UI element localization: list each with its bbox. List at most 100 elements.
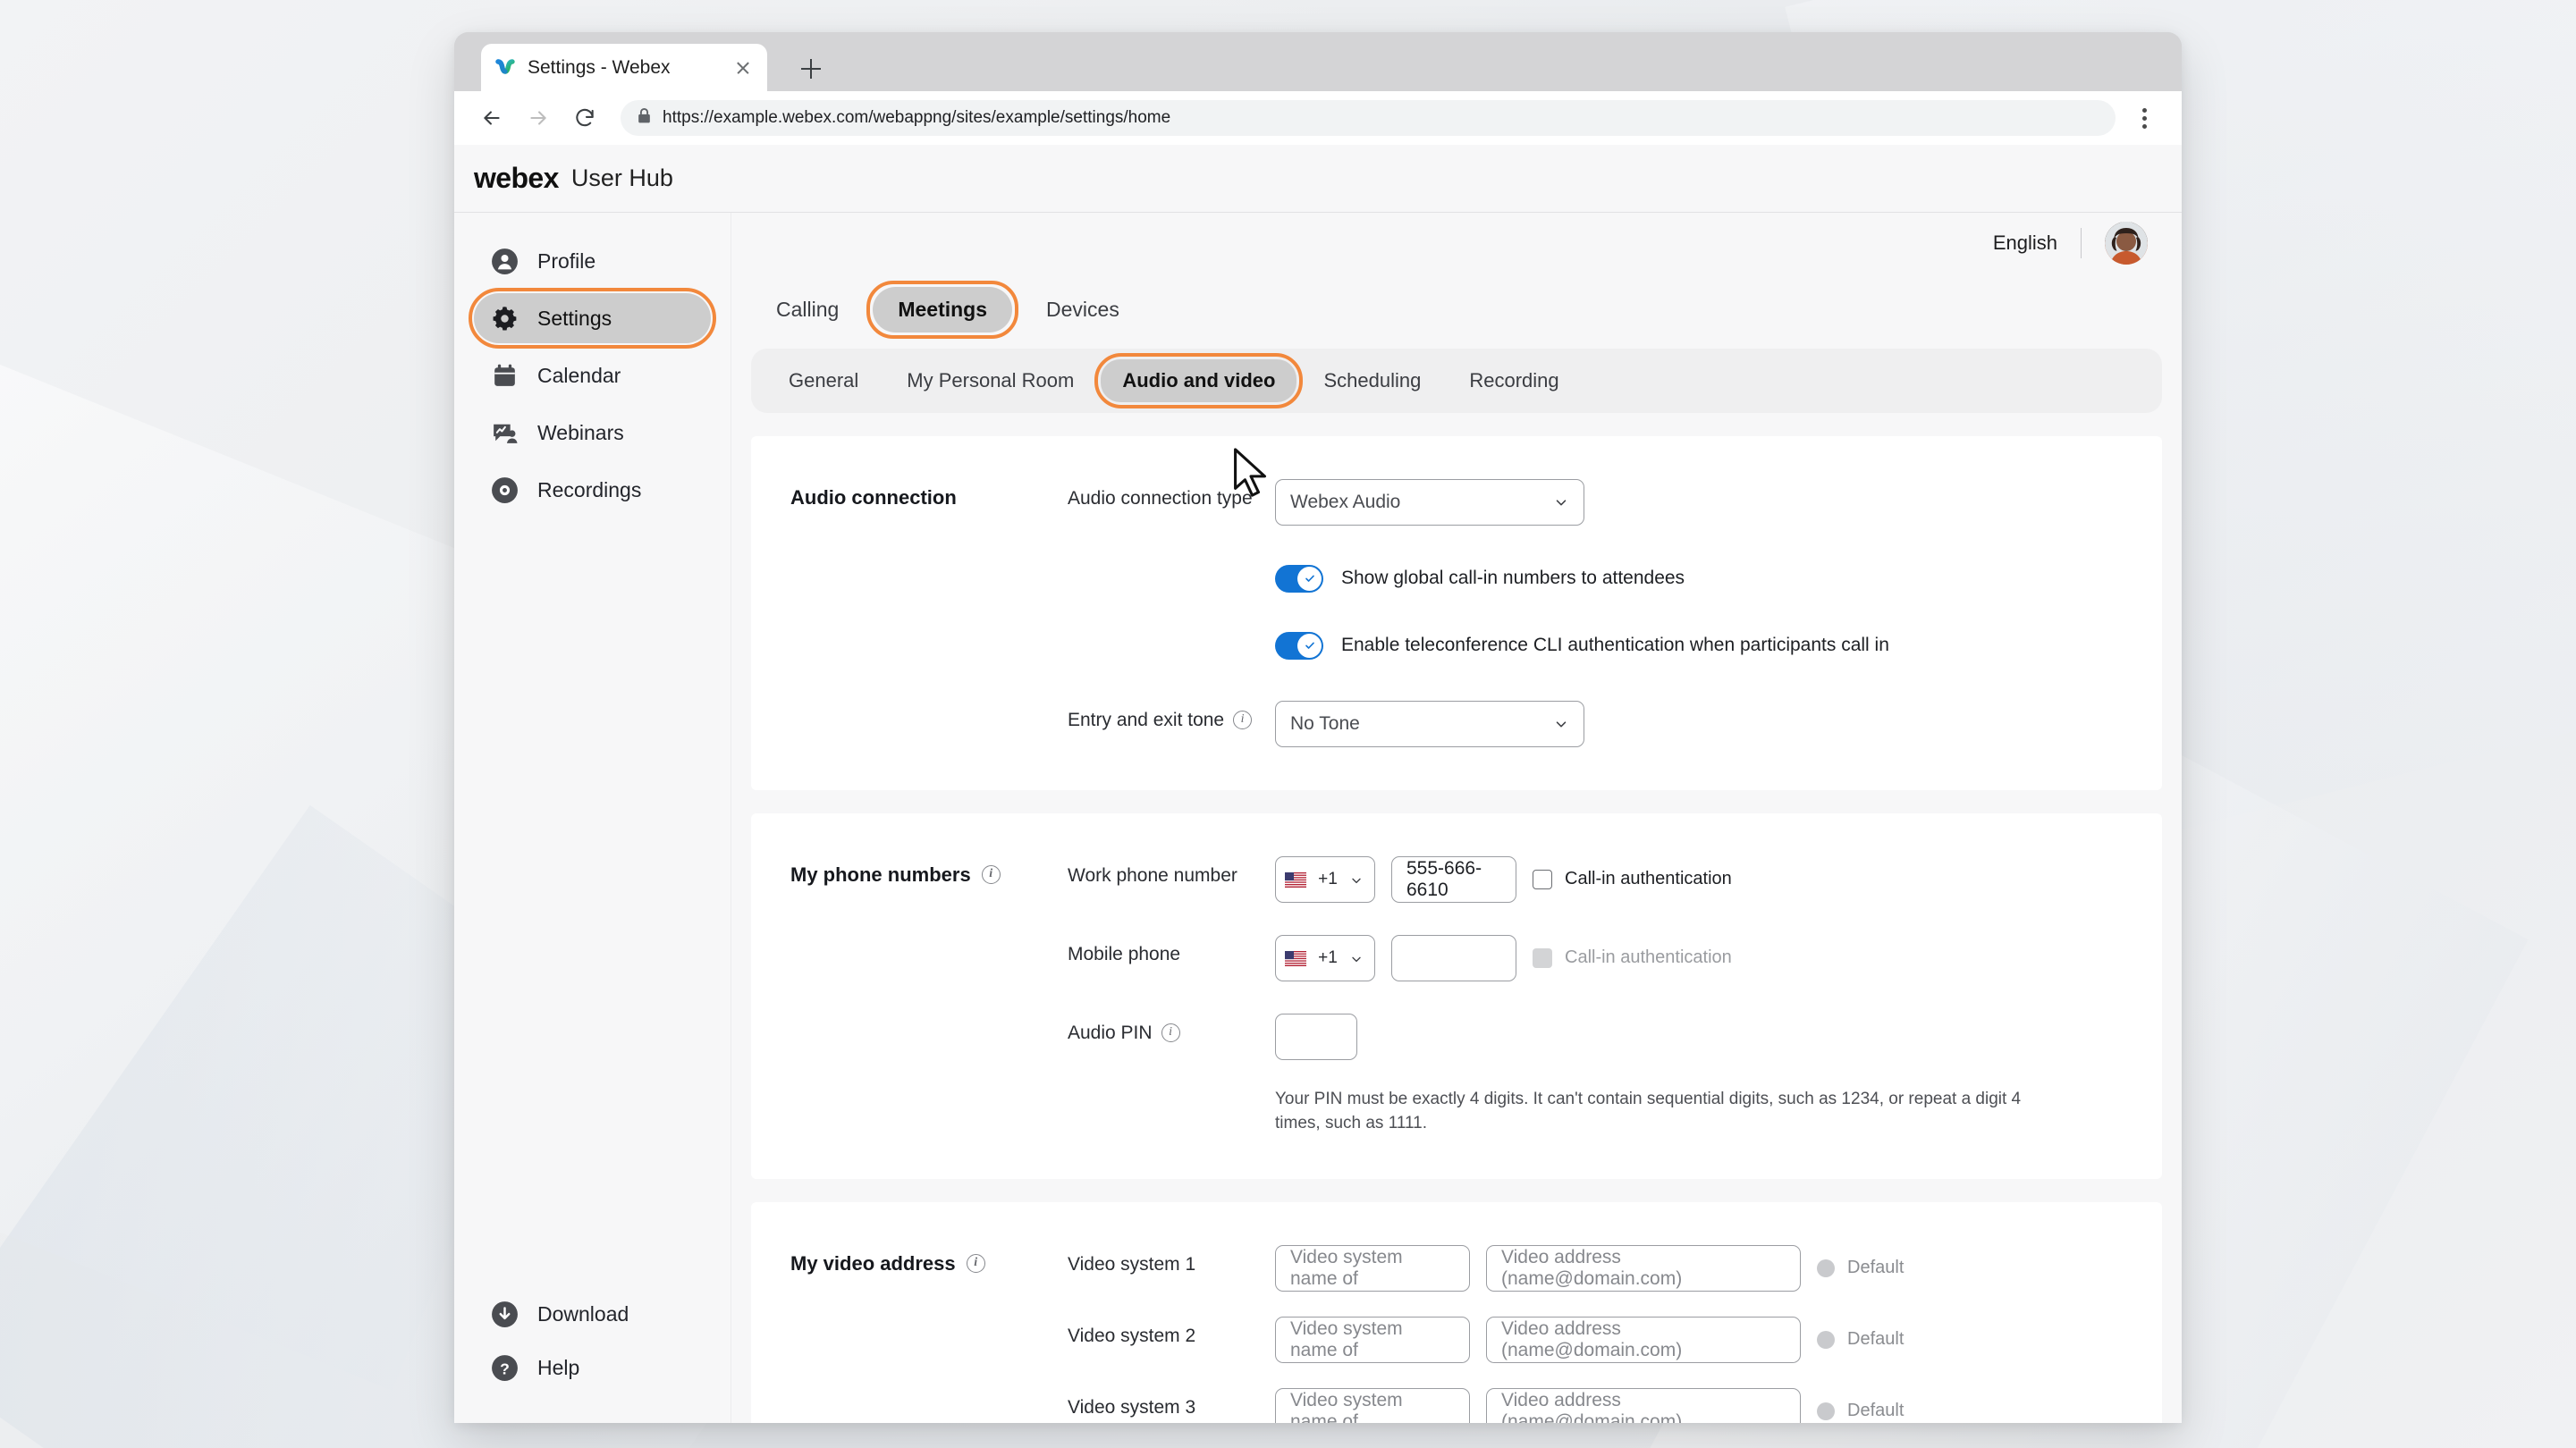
browser-tab[interactable]: Settings - Webex bbox=[481, 44, 767, 91]
new-tab-button[interactable] bbox=[796, 54, 826, 84]
chevron-down-icon bbox=[1553, 716, 1569, 732]
sidebar-item-label: Help bbox=[537, 1355, 580, 1379]
field-label-text: Audio connection type bbox=[1068, 487, 1253, 509]
label-audio-pin: Audio PIN i bbox=[1068, 1014, 1275, 1044]
section-title-spacer bbox=[790, 701, 1068, 708]
toggle-enable-teleconference-cli-auth[interactable]: Enable teleconference CLI authentication… bbox=[1275, 631, 2123, 660]
label-video-system-3: Video system 3 bbox=[1068, 1388, 1275, 1419]
sidebar-item-recordings[interactable]: Recordings bbox=[474, 465, 711, 515]
forward-arrow-icon[interactable] bbox=[517, 97, 560, 139]
webex-logo-icon bbox=[494, 56, 517, 80]
audio-connection-card: Audio connection Audio connection type W… bbox=[751, 435, 2162, 790]
record-circle-icon bbox=[490, 476, 519, 505]
subtab-general[interactable]: General bbox=[767, 359, 880, 402]
video-system-2-address-input[interactable]: Video address (name@domain.com) bbox=[1486, 1316, 1801, 1363]
status-dot-icon bbox=[1817, 1402, 1835, 1420]
section-title-spacer bbox=[790, 935, 1068, 942]
field-label-text: Mobile phone bbox=[1068, 943, 1181, 964]
input-placeholder: Video address (name@domain.com) bbox=[1501, 1318, 1683, 1360]
kebab-menu-icon[interactable] bbox=[2126, 98, 2162, 138]
tab-meetings[interactable]: Meetings bbox=[866, 280, 1019, 339]
gear-icon bbox=[490, 304, 519, 333]
video-system-1-name-input[interactable]: Video system name of bbox=[1275, 1244, 1470, 1292]
subtab-scheduling[interactable]: Scheduling bbox=[1302, 359, 1442, 402]
mobile-callin-authentication-checkbox: Call-in authentication bbox=[1533, 947, 1732, 968]
toggle-knob bbox=[1297, 566, 1322, 591]
sidebar-item-calendar[interactable]: Calendar bbox=[474, 350, 711, 400]
us-flag-icon bbox=[1285, 950, 1306, 967]
field-label-text: Video system 1 bbox=[1068, 1253, 1196, 1275]
sidebar-item-label: Profile bbox=[537, 248, 596, 273]
sidebar-item-webinars[interactable]: Webinars bbox=[474, 408, 711, 458]
browser-toolbar: https://example.webex.com/webappng/sites… bbox=[454, 91, 2182, 145]
subtab-recording[interactable]: Recording bbox=[1448, 359, 1580, 402]
reload-icon[interactable] bbox=[563, 97, 606, 139]
subtab-my-personal-room[interactable]: My Personal Room bbox=[885, 359, 1095, 402]
toggle-switch[interactable] bbox=[1275, 564, 1323, 593]
work-phone-number-input[interactable]: 555-666-6610 bbox=[1391, 855, 1516, 903]
video-system-3-name-input[interactable]: Video system name of bbox=[1275, 1387, 1470, 1423]
info-icon[interactable]: i bbox=[981, 865, 1001, 885]
mobile-phone-number-input[interactable] bbox=[1391, 934, 1516, 981]
subtab-audio-and-video[interactable]: Audio and video bbox=[1094, 352, 1304, 408]
info-icon[interactable]: i bbox=[966, 1254, 985, 1274]
close-icon[interactable] bbox=[731, 56, 755, 80]
country-code-value: +1 bbox=[1318, 947, 1338, 967]
work-callin-authentication-checkbox[interactable]: Call-in authentication bbox=[1533, 869, 1732, 889]
address-bar-url: https://example.webex.com/webappng/sites… bbox=[663, 108, 1171, 127]
page-topbar: English bbox=[731, 213, 2182, 274]
checkbox[interactable] bbox=[1533, 869, 1552, 889]
video-system-3-status: Default bbox=[1817, 1401, 1904, 1421]
info-icon[interactable]: i bbox=[1233, 711, 1253, 730]
sidebar-item-download[interactable]: Download bbox=[474, 1289, 711, 1339]
toggle-show-global-callin-numbers[interactable]: Show global call-in numbers to attendees bbox=[1275, 564, 2123, 593]
video-system-2-name-input[interactable]: Video system name of bbox=[1275, 1316, 1470, 1363]
download-circle-icon bbox=[490, 1300, 519, 1329]
checkbox-label: Call-in authentication bbox=[1565, 869, 1732, 889]
label-mobile-phone: Mobile phone bbox=[1068, 935, 1275, 965]
browser-tab-strip: Settings - Webex bbox=[454, 32, 2182, 91]
section-title-label: My phone numbers bbox=[790, 863, 971, 886]
work-country-code-select[interactable]: +1 bbox=[1275, 855, 1375, 903]
browser-tab-title: Settings - Webex bbox=[528, 56, 671, 78]
label-video-system-2: Video system 2 bbox=[1068, 1317, 1275, 1347]
mobile-country-code-select[interactable]: +1 bbox=[1275, 934, 1375, 981]
label-entry-exit-tone: Entry and exit tone i bbox=[1068, 701, 1275, 731]
sidebar-item-profile[interactable]: Profile bbox=[474, 236, 711, 286]
address-bar[interactable]: https://example.webex.com/webappng/sites… bbox=[621, 100, 2116, 136]
field-label-text: Entry and exit tone bbox=[1068, 709, 1225, 730]
tab-label: Devices bbox=[1046, 297, 1119, 321]
avatar[interactable] bbox=[2105, 222, 2148, 265]
toggle-switch[interactable] bbox=[1275, 631, 1323, 660]
section-title-spacer bbox=[790, 1317, 1068, 1324]
sidebar-item-label: Webinars bbox=[537, 420, 624, 444]
sidebar-item-settings[interactable]: Settings bbox=[469, 288, 716, 349]
video-system-3-address-input[interactable]: Video address (name@domain.com) bbox=[1486, 1387, 1801, 1423]
divider bbox=[2081, 228, 2082, 259]
subtab-label: Audio and video bbox=[1122, 368, 1276, 391]
my-phone-numbers-card: My phone numbers i Work phone number +1 … bbox=[751, 812, 2162, 1179]
sidebar-item-help[interactable]: ? Help bbox=[474, 1343, 711, 1393]
status-label: Default bbox=[1847, 1401, 1905, 1421]
select-value: Webex Audio bbox=[1290, 491, 1401, 512]
chevron-down-icon bbox=[1349, 950, 1365, 966]
svg-text:?: ? bbox=[500, 1360, 510, 1377]
language-selector[interactable]: English bbox=[1993, 232, 2057, 255]
tab-devices[interactable]: Devices bbox=[1021, 287, 1144, 333]
video-system-1-address-input[interactable]: Video address (name@domain.com) bbox=[1486, 1244, 1801, 1292]
help-circle-icon: ? bbox=[490, 1353, 519, 1383]
video-system-2-status: Default bbox=[1817, 1329, 1904, 1350]
back-arrow-icon[interactable] bbox=[470, 97, 513, 139]
input-placeholder: Video system name of bbox=[1290, 1318, 1403, 1360]
info-icon[interactable]: i bbox=[1161, 1023, 1180, 1043]
tab-calling[interactable]: Calling bbox=[751, 287, 864, 333]
primary-tabs: Calling Meetings Devices bbox=[731, 274, 2182, 349]
entry-exit-tone-select[interactable]: No Tone bbox=[1275, 700, 1584, 747]
label-work-phone-number: Work phone number bbox=[1068, 856, 1275, 887]
toggle-knob bbox=[1297, 633, 1322, 658]
section-title-label: My video address bbox=[790, 1251, 956, 1275]
audio-pin-input[interactable] bbox=[1275, 1013, 1357, 1060]
input-placeholder: Video system name of bbox=[1290, 1246, 1403, 1289]
status-dot-icon bbox=[1817, 1330, 1835, 1349]
audio-connection-type-select[interactable]: Webex Audio bbox=[1275, 478, 1584, 526]
